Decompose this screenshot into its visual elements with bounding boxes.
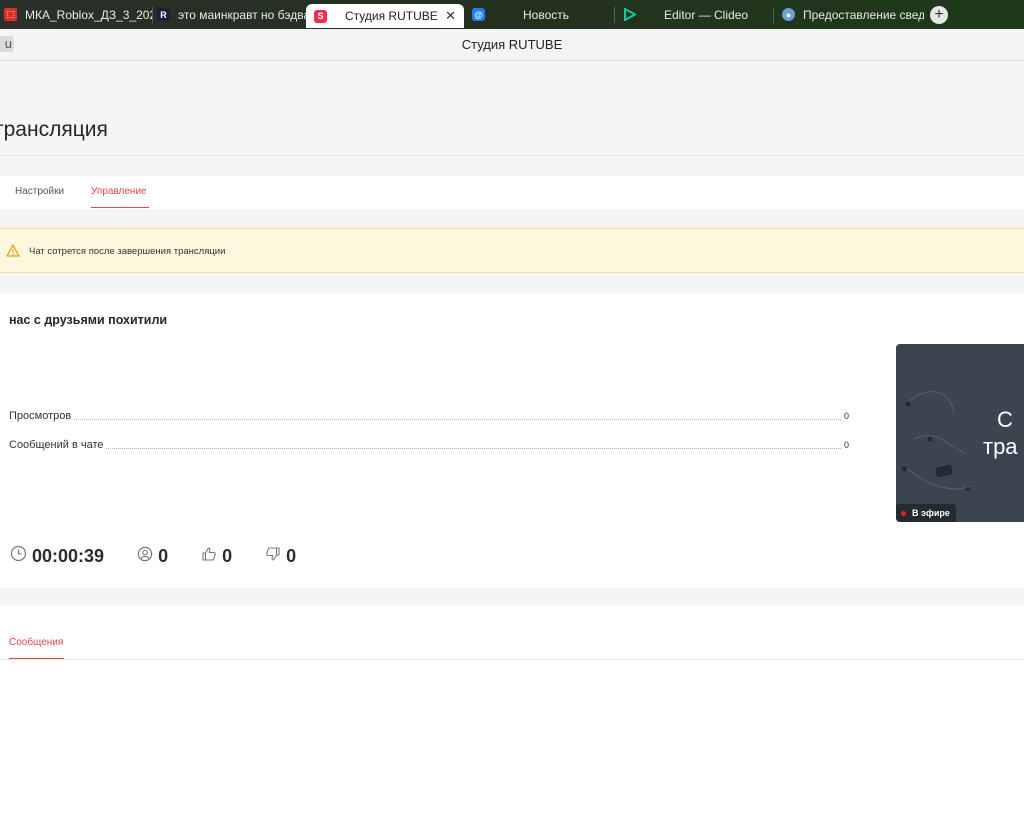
live-dot-icon xyxy=(901,510,906,516)
stat-row-views: Просмотров 0 xyxy=(9,410,849,424)
roblox-icon: R xyxy=(157,8,170,21)
stream-info-card: нас с друзьями похитили Просмотров 0 Соо… xyxy=(0,294,1024,588)
browser-tab-gov[interactable]: ● Предоставление сведени xyxy=(774,0,924,29)
browser-title-bar: u Студия RUTUBE xyxy=(0,29,1024,61)
browser-tab-title: Editor — Clideo xyxy=(664,7,749,22)
tab-settings[interactable]: Настройки xyxy=(15,186,64,197)
chat-warning-banner: Чат сотрется после завершения трансляции xyxy=(0,228,1024,273)
active-tab-indicator xyxy=(9,658,64,659)
new-tab-button[interactable]: + xyxy=(930,5,948,24)
browser-tab-rutube[interactable]: S Студия RUTUBE ✕ xyxy=(306,4,464,28)
stat-row-chat-messages: Сообщений в чате 0 xyxy=(9,439,849,453)
stat-value: 0 xyxy=(841,440,849,450)
close-tab-icon[interactable]: ✕ xyxy=(445,8,456,24)
clock-icon xyxy=(10,545,27,567)
browser-tab-roblox[interactable]: R это маинкравт но бэдвар xyxy=(153,0,306,29)
tab-messages[interactable]: Сообщения xyxy=(9,637,63,648)
duration-counter: 00:00:39 xyxy=(10,545,104,567)
page-title: трансляция xyxy=(0,118,108,141)
likes-value: 0 xyxy=(222,545,233,566)
warning-triangle-icon xyxy=(6,244,20,262)
browser-tab-title: Новость xyxy=(523,7,570,22)
browser-tab-clideo[interactable]: Editor — Clideo xyxy=(615,0,773,29)
clideo-play-icon xyxy=(623,8,636,21)
stat-label: Сообщений в чате xyxy=(9,439,106,451)
thumbs-down-icon xyxy=(265,546,281,567)
browser-tab-news[interactable]: @ Новость xyxy=(464,0,614,29)
rutube-icon: S xyxy=(314,9,327,23)
thumbs-up-icon xyxy=(201,546,217,567)
browser-tab-title: Студия RUTUBE xyxy=(345,9,438,23)
stream-preview[interactable]: С тра В эфире xyxy=(896,344,1024,522)
dotted-leader xyxy=(9,419,849,420)
user-icon xyxy=(137,546,153,567)
stream-title: нас с друзьями похитили xyxy=(9,313,168,327)
browser-tab-title: Предоставление сведени xyxy=(803,7,924,22)
globe-icon: ● xyxy=(782,8,795,21)
pdf-icon: ⬚ xyxy=(4,8,17,21)
mail-at-icon: @ xyxy=(472,8,485,21)
active-tab-indicator xyxy=(91,207,149,208)
divider xyxy=(0,659,1024,660)
dotted-leader xyxy=(9,448,849,449)
preview-text-line: С xyxy=(997,407,1013,432)
warning-text: Чат сотрется после завершения трансляции xyxy=(29,246,226,257)
live-badge: В эфире xyxy=(896,504,956,522)
messages-panel: Сообщения xyxy=(0,606,1024,818)
preview-text-line: тра xyxy=(983,434,1018,459)
live-label: В эфире xyxy=(912,508,950,518)
stream-counters: 00:00:39 0 0 0 xyxy=(10,544,329,568)
viewers-value: 0 xyxy=(158,545,169,566)
stat-label: Просмотров xyxy=(9,410,74,422)
likes-counter: 0 xyxy=(201,546,232,567)
page-window-title: Студия RUTUBE xyxy=(461,37,563,52)
duration-value: 00:00:39 xyxy=(32,545,105,566)
browser-tab-strip: ⬚ МКА_Roblox_ДЗ_3_2022.p R это маинкравт… xyxy=(0,0,1024,29)
tab-management[interactable]: Управление xyxy=(91,186,147,197)
stat-value: 0 xyxy=(841,411,849,421)
browser-tab-pdf[interactable]: ⬚ МКА_Roblox_ДЗ_3_2022.p xyxy=(0,0,152,29)
viewers-counter: 0 xyxy=(137,546,168,567)
dislikes-counter: 0 xyxy=(265,546,296,567)
browser-tab-title: МКА_Roblox_ДЗ_3_2022.p xyxy=(25,7,152,22)
dislikes-value: 0 xyxy=(286,545,297,566)
preview-text: С тра xyxy=(983,406,1018,460)
stream-tabs: Настройки Управление xyxy=(0,176,1024,209)
divider xyxy=(0,155,1024,156)
browser-tab-title: это маинкравт но бэдвар xyxy=(178,7,306,22)
